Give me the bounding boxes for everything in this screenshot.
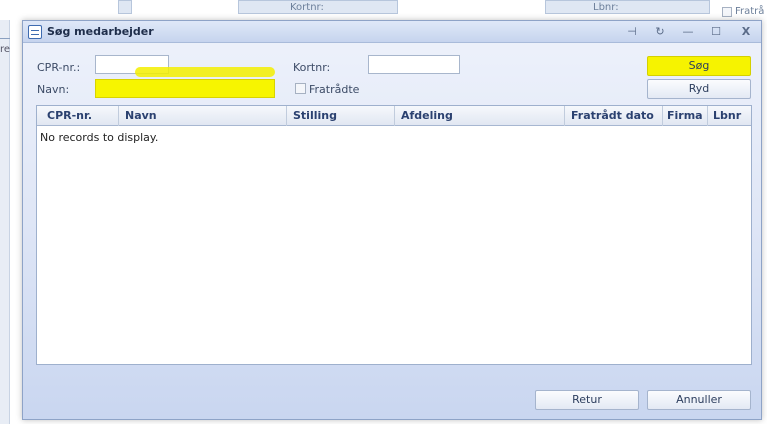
- results-grid: CPR-nr. Navn Stilling Afdeling Fratrådt …: [36, 105, 752, 365]
- fratraadte-checkbox[interactable]: [295, 83, 306, 94]
- dialog-titlebar[interactable]: Søg medarbejder ⊣ ↻ — ☐ X: [23, 21, 761, 43]
- background-left-panel: re: [0, 20, 10, 424]
- column-firma[interactable]: Firma: [663, 106, 708, 126]
- background-kortnr-label: Kortnr:: [290, 2, 324, 13]
- background-lbnr-field: [545, 0, 710, 14]
- pin-icon[interactable]: ⊣: [623, 24, 641, 40]
- dialog-title: Søg medarbejder: [47, 25, 154, 38]
- background-checkbox: [722, 7, 732, 17]
- column-navn[interactable]: Navn: [119, 106, 287, 126]
- background-scroll-stub: [118, 0, 132, 14]
- kortnr-label: Kortnr:: [293, 61, 331, 74]
- background-fratraadt-label: Fratrå: [735, 6, 765, 17]
- background-left-text: re: [0, 44, 11, 55]
- cancel-button[interactable]: Annuller: [647, 390, 751, 410]
- refresh-icon[interactable]: ↻: [651, 24, 669, 40]
- form-icon: [28, 25, 42, 39]
- background-lbnr-label: Lbnr:: [593, 2, 619, 13]
- highlight-mark: [135, 67, 275, 77]
- cpr-label: CPR-nr.:: [37, 61, 81, 74]
- column-stilling[interactable]: Stilling: [287, 106, 395, 126]
- background-app-header: Kortnr: Lbnr: Fratrå: [0, 0, 767, 20]
- column-fratraadt-dato[interactable]: Fratrådt dato: [565, 106, 663, 126]
- maximize-button[interactable]: ☐: [707, 24, 725, 40]
- column-afdeling[interactable]: Afdeling: [395, 106, 565, 126]
- navn-label: Navn:: [37, 83, 70, 96]
- column-cpr[interactable]: CPR-nr.: [37, 106, 119, 126]
- minimize-button[interactable]: —: [679, 24, 697, 40]
- empty-message: No records to display.: [40, 131, 159, 144]
- fratraadte-label: Fratrådte: [309, 83, 360, 96]
- kortnr-input[interactable]: [368, 55, 460, 74]
- return-button[interactable]: Retur: [535, 390, 639, 410]
- navn-input[interactable]: [95, 79, 275, 98]
- search-employee-dialog: Søg medarbejder ⊣ ↻ — ☐ X CPR-nr.: Kortn…: [22, 20, 762, 420]
- grid-header: CPR-nr. Navn Stilling Afdeling Fratrådt …: [37, 106, 751, 126]
- search-button[interactable]: Søg: [647, 56, 751, 76]
- background-divider: [0, 38, 10, 39]
- close-button[interactable]: X: [737, 24, 755, 40]
- column-lbnr[interactable]: Lbnr: [708, 106, 753, 126]
- clear-button[interactable]: Ryd: [647, 79, 751, 99]
